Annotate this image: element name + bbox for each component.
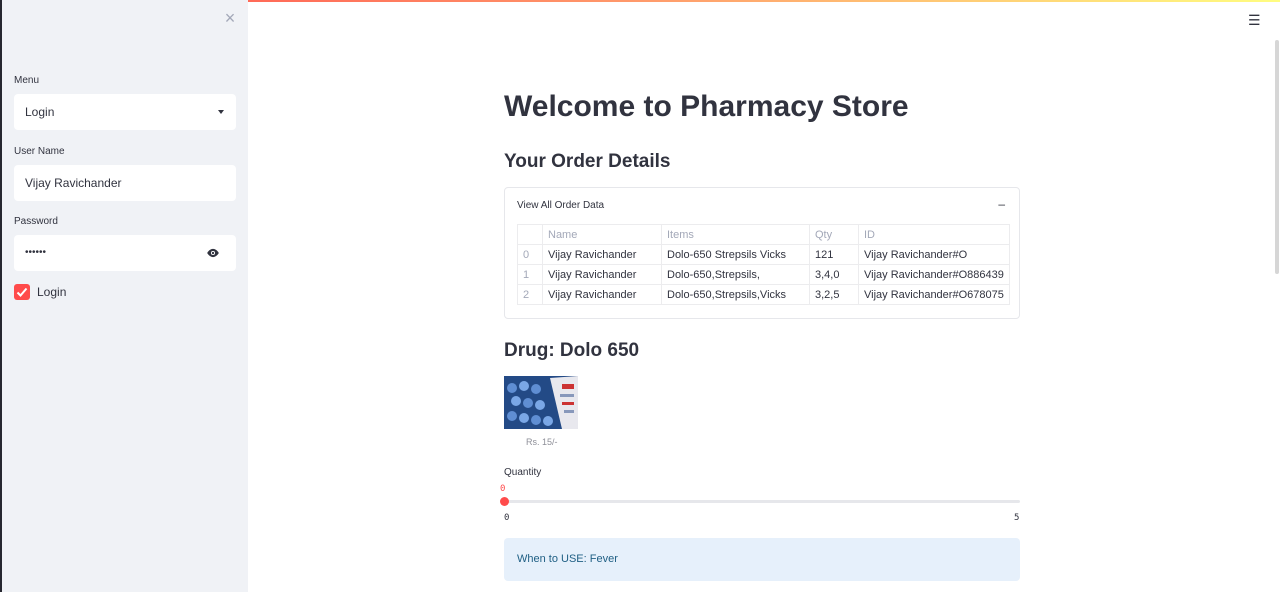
username-input[interactable]: Vijay Ravichander [14, 165, 236, 201]
table-header-row: Name Items Qty ID [517, 224, 1010, 245]
row-index: 0 [517, 244, 543, 265]
table-cell[interactable]: Vijay Ravichander [542, 284, 662, 305]
collapse-icon[interactable]: – [998, 197, 1005, 211]
login-checkbox[interactable] [14, 284, 30, 300]
row-index: 1 [517, 264, 543, 285]
usage-info-text: When to USE: Fever [517, 553, 618, 565]
expander-title[interactable]: View All Order Data [517, 200, 604, 211]
table-cell[interactable]: Dolo-650 Strepsils Vicks [661, 244, 810, 265]
table-row: 1 Vijay Ravichander Dolo-650,Strepsils, … [517, 264, 1010, 285]
slider-value: 0 [500, 484, 506, 494]
drug-heading: Drug: Dolo 650 [504, 340, 640, 361]
password-input[interactable]: •••••• [14, 235, 236, 271]
order-heading: Your Order Details [504, 151, 671, 172]
chevron-down-icon [218, 110, 224, 114]
checkmark-icon [16, 287, 28, 297]
order-table: Name Items Qty ID 0 Vijay Ravichander Do… [517, 224, 1010, 305]
table-cell[interactable]: Dolo-650,Strepsils, [661, 264, 810, 285]
hamburger-menu-icon[interactable]: ☰ [1248, 13, 1262, 27]
menu-label: Menu [14, 75, 40, 86]
table-cell[interactable]: Dolo-650,Strepsils,Vicks [661, 284, 810, 305]
table-cell[interactable]: 3,2,5 [809, 284, 859, 305]
usage-info-box: When to USE: Fever [504, 538, 1020, 581]
table-cell[interactable]: 121 [809, 244, 859, 265]
close-sidebar-icon[interactable]: × [221, 9, 239, 27]
slider-thumb[interactable] [500, 497, 509, 506]
password-label: Password [14, 216, 58, 227]
quantity-slider[interactable] [504, 500, 1020, 503]
scrollbar[interactable] [1275, 40, 1279, 274]
table-cell[interactable]: Vijay Ravichander#O [858, 244, 1010, 265]
table-cell[interactable]: Vijay Ravichander [542, 264, 662, 285]
table-row: 2 Vijay Ravichander Dolo-650,Strepsils,V… [517, 284, 1010, 305]
table-cell[interactable]: 3,4,0 [809, 264, 859, 285]
row-index: 2 [517, 284, 543, 305]
table-cell[interactable]: Vijay Ravichander#O886439 [858, 264, 1010, 285]
order-data-expander: View All Order Data – Name Items Qty ID … [504, 187, 1020, 319]
table-cell[interactable]: Vijay Ravichander [542, 244, 662, 265]
drug-image [504, 376, 578, 429]
login-checkbox-label[interactable]: Login [37, 285, 66, 299]
username-value: Vijay Ravichander [25, 176, 122, 190]
quantity-label: Quantity [504, 467, 542, 478]
table-row: 0 Vijay Ravichander Dolo-650 Strepsils V… [517, 244, 1010, 265]
column-header[interactable]: ID [858, 224, 1010, 245]
table-cell[interactable]: Vijay Ravichander#O678075 [858, 284, 1010, 305]
column-header[interactable] [517, 224, 543, 245]
page-title: Welcome to Pharmacy Store [504, 90, 909, 123]
slider-max: 5 [1014, 513, 1020, 523]
column-header[interactable]: Name [542, 224, 662, 245]
column-header[interactable]: Qty [809, 224, 859, 245]
username-label: User Name [14, 146, 65, 157]
sidebar: × Menu Login User Name Vijay Ravichander… [0, 0, 248, 592]
password-value: •••••• [25, 247, 47, 258]
eye-icon[interactable] [206, 247, 220, 259]
slider-min: 0 [504, 513, 510, 523]
window-edge [0, 0, 2, 592]
menu-select[interactable]: Login [14, 94, 236, 130]
price-caption: Rs. 15/- [526, 437, 558, 447]
column-header[interactable]: Items [661, 224, 810, 245]
menu-select-value: Login [25, 105, 55, 119]
